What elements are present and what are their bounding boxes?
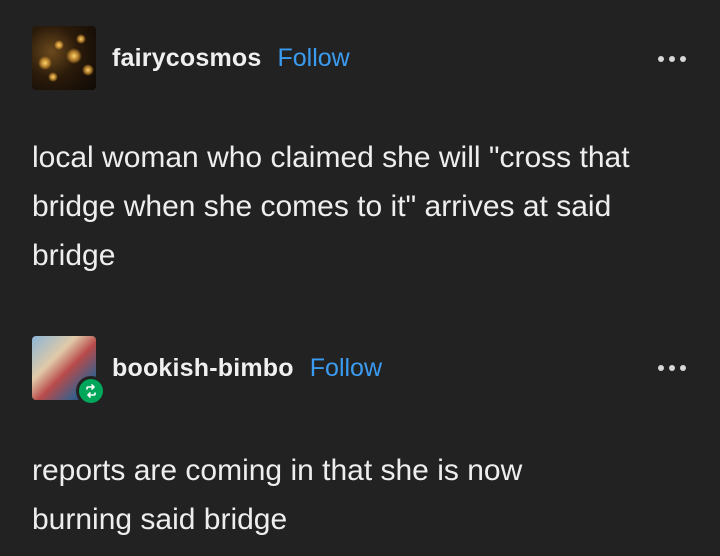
username[interactable]: fairycosmos: [112, 44, 262, 73]
more-options-icon[interactable]: [658, 365, 686, 371]
follow-button[interactable]: Follow: [310, 354, 382, 383]
avatar[interactable]: [32, 26, 96, 90]
post-body-line: bridge: [32, 239, 116, 272]
more-options-icon[interactable]: [658, 56, 686, 62]
post-body-line: burning said bridge: [32, 503, 288, 536]
post-body-line: reports are coming in that she is now: [32, 454, 523, 487]
username[interactable]: bookish-bimbo: [112, 354, 294, 383]
avatar[interactable]: [32, 336, 106, 406]
follow-button[interactable]: Follow: [278, 44, 350, 73]
reblog-icon: [76, 376, 106, 406]
post-body: local woman who claimed she will "cross …: [32, 133, 692, 280]
post-body-line: local woman who claimed she will "cross …: [32, 141, 630, 174]
post-body-line: bridge when she comes to it" arrives at …: [32, 190, 612, 223]
post-body: reports are coming in that she is now bu…: [32, 446, 692, 544]
post-header: bookish-bimbo Follow: [32, 336, 382, 406]
post-header: fairycosmos Follow: [32, 26, 350, 90]
